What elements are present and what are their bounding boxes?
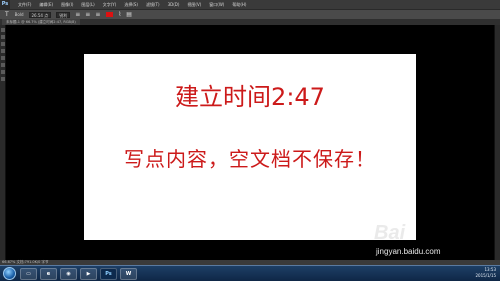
canvas-note-text: 写点内容，空文档不保存！: [124, 147, 376, 171]
photoshop-icon[interactable]: Ps: [100, 268, 117, 280]
align-right-icon[interactable]: ≡: [95, 10, 100, 20]
clock-date: 2015/1/15: [475, 273, 496, 278]
menu-edit[interactable]: 编辑(E): [39, 0, 53, 9]
anti-alias-select[interactable]: 锐利: [56, 11, 71, 18]
system-clock[interactable]: 13:53 2015/1/15: [475, 267, 496, 279]
lasso-tool-icon[interactable]: [1, 42, 5, 46]
menu-bar: Ps 文件(F) 编辑(E) 图像(I) 图层(L) 文字(Y) 选择(S) 滤…: [0, 0, 500, 9]
menu-type[interactable]: 文字(Y): [103, 0, 117, 9]
zoom-tool-icon[interactable]: [1, 77, 5, 81]
app-logo[interactable]: Ps: [0, 0, 10, 9]
menu-view[interactable]: 视图(V): [187, 0, 201, 9]
type-tool-icon-panel[interactable]: [1, 70, 5, 74]
warp-text-icon[interactable]: ⌇: [118, 10, 121, 20]
brush-tool-icon[interactable]: [1, 56, 5, 60]
chrome-icon[interactable]: ◉: [60, 268, 77, 280]
ie-icon[interactable]: e: [40, 268, 57, 280]
right-panel-strip: [494, 25, 500, 260]
align-center-icon[interactable]: ≡: [85, 10, 90, 20]
move-tool-icon[interactable]: [1, 28, 5, 32]
baidu-watermark: Bai jingyan.baidu.com: [374, 222, 494, 262]
word-icon[interactable]: W: [120, 268, 137, 280]
font-style-select[interactable]: Bold: [15, 10, 24, 20]
taskbar: ▭ e ◉ ▶ Ps W 13:53 2015/1/15: [0, 265, 500, 281]
menu-image[interactable]: 图像(I): [61, 0, 73, 9]
eraser-tool-icon[interactable]: [1, 63, 5, 67]
menu-3d[interactable]: 3D(D): [168, 0, 180, 9]
tools-panel: [0, 25, 6, 260]
folder-icon[interactable]: ▭: [20, 268, 37, 280]
menu-select[interactable]: 选择(S): [124, 0, 138, 9]
document-canvas[interactable]: 建立时间2:47 写点内容，空文档不保存！: [84, 54, 416, 240]
align-left-icon[interactable]: ≡: [75, 10, 80, 20]
panel-toggle-icon[interactable]: ▤: [126, 10, 132, 20]
menu-window[interactable]: 窗口(W): [209, 0, 224, 9]
menu-filter[interactable]: 滤镜(T): [146, 0, 160, 9]
media-player-icon[interactable]: ▶: [80, 268, 97, 280]
watermark-logo-text: Bai: [374, 222, 406, 244]
options-bar: T Bold 26.54 点 锐利 ≡ ≡ ≡ ⌇ ▤: [0, 9, 500, 19]
font-size-field[interactable]: 26.54 点: [28, 11, 52, 18]
marquee-tool-icon[interactable]: [1, 35, 5, 39]
crop-tool-icon[interactable]: [1, 49, 5, 53]
menu-layer[interactable]: 图层(L): [81, 0, 94, 9]
text-color-swatch[interactable]: [106, 12, 114, 17]
watermark-url: jingyan.baidu.com: [376, 247, 441, 256]
start-button[interactable]: [3, 267, 16, 280]
canvas-title-text: 建立时间2:47: [175, 83, 325, 111]
menu-help[interactable]: 帮助(H): [232, 0, 246, 9]
menu-file[interactable]: 文件(F): [18, 0, 31, 9]
type-tool-icon[interactable]: T: [5, 10, 9, 20]
